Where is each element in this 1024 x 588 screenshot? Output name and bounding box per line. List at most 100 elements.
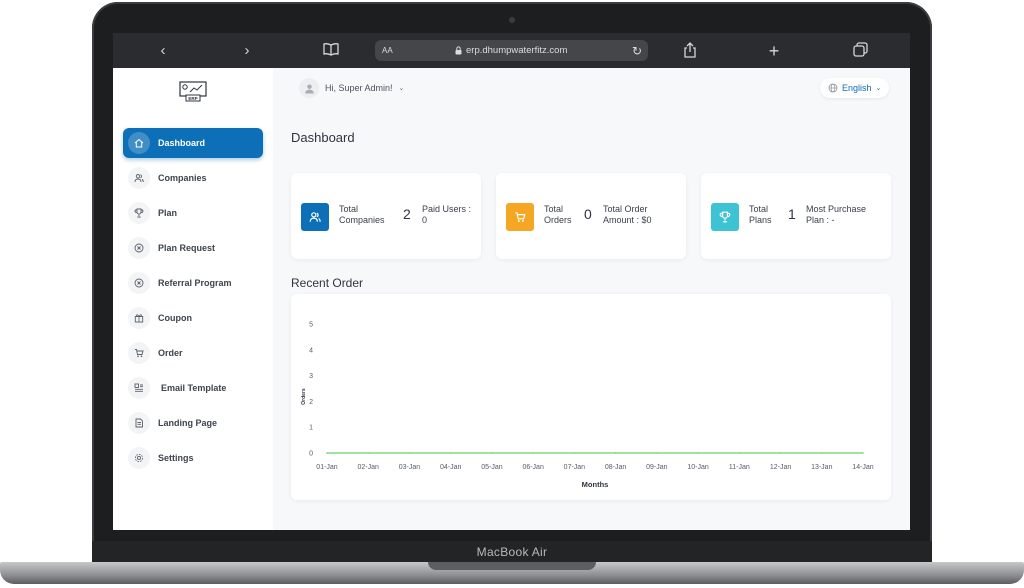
sidebar-item-label: Email Template: [161, 383, 227, 393]
browser-toolbar: ‹ › AA erp.dhumpwaterfitz.com ↻ +: [113, 33, 910, 68]
user-menu[interactable]: Hi, Super Admin! ⌄: [299, 78, 404, 98]
x-tick-label: 11-Jan: [729, 464, 750, 471]
chart-svg: 0 1 2 3 4 5 01-Jan 02-Jan 03-Jan 04-Jan 05-Jan 06-J…: [301, 322, 874, 490]
reload-icon[interactable]: ↻: [632, 44, 642, 58]
y-tick-label: 1: [309, 425, 313, 432]
sidebar-item-label: Companies: [158, 173, 207, 183]
bookmarks-icon[interactable]: [322, 42, 340, 60]
stat-sub: Paid Users : 0: [422, 204, 472, 225]
x-tick-label: 04-Jan: [440, 464, 462, 471]
stat-card-orders: Total Orders 0 Total Order Amount : $0: [496, 173, 686, 259]
sidebar-item-label: Plan Request: [158, 243, 216, 253]
users-icon: [301, 203, 329, 231]
stat-value: 1: [788, 206, 796, 222]
new-tab-icon[interactable]: +: [765, 42, 783, 60]
language-selector[interactable]: English ⌄: [820, 78, 890, 98]
sidebar-item-referral-program[interactable]: Referral Program: [123, 268, 263, 298]
data-point: [656, 452, 658, 454]
y-tick-label: 2: [309, 399, 313, 406]
x-tick-label: 12-Jan: [770, 464, 792, 471]
data-point: [779, 452, 782, 454]
app: ERP Dashboard Companies Plan Plan Reques…: [113, 68, 910, 530]
svg-text:ERP: ERP: [188, 96, 197, 101]
back-icon[interactable]: ‹: [154, 42, 172, 60]
sidebar: ERP Dashboard Companies Plan Plan Reques…: [113, 68, 273, 530]
y-tick-label: 3: [309, 373, 313, 380]
x-axis-title: Months: [582, 480, 609, 489]
sidebar-item-landing-page[interactable]: Landing Page: [123, 408, 263, 438]
page-icon: [128, 412, 150, 434]
sidebar-item-label: Landing Page: [158, 418, 218, 428]
sidebar-item-label: Dashboard: [158, 138, 206, 148]
x-tick-label: 02-Jan: [358, 464, 380, 471]
sidebar-item-label: Plan: [158, 208, 178, 218]
sidebar-item-settings[interactable]: Settings: [123, 443, 263, 473]
data-point: [491, 452, 493, 454]
stat-label: Total Orders: [544, 204, 572, 225]
sidebar-item-label: Coupon: [158, 313, 192, 323]
data-point: [820, 452, 823, 454]
sidebar-item-companies[interactable]: Companies: [123, 163, 263, 193]
x-tick-label: 08-Jan: [605, 464, 627, 471]
sidebar-item-label: Settings: [158, 453, 194, 463]
trophy-icon: [128, 202, 150, 224]
camera-icon: [509, 17, 515, 23]
home-icon: [128, 132, 150, 154]
sidebar-item-order[interactable]: Order: [123, 338, 263, 368]
data-point: [532, 452, 534, 454]
stat-card-companies: Total Companies 2 Paid Users : 0: [291, 173, 481, 259]
cart-icon: [128, 342, 150, 364]
user-greeting: Hi, Super Admin!: [325, 83, 393, 93]
stat-card-plans: Total Plans 1 Most Purchase Plan : -: [701, 173, 891, 259]
y-axis-title: Orders: [301, 388, 307, 405]
sidebar-item-label: Order: [158, 348, 183, 358]
sidebar-item-plan[interactable]: Plan: [123, 198, 263, 228]
device-label: MacBook Air: [476, 545, 548, 559]
globe-icon: [828, 83, 838, 93]
main-content: Hi, Super Admin! ⌄ English ⌄ Dashboard T…: [273, 68, 910, 530]
screen: ‹ › AA erp.dhumpwaterfitz.com ↻ + ERP Da…: [113, 33, 910, 530]
y-tick-label: 4: [309, 347, 313, 354]
section-title-recent-order: Recent Order: [291, 276, 364, 290]
laptop-notch: [428, 562, 596, 570]
data-point: [326, 452, 328, 454]
sidebar-item-email-template[interactable]: Email Template: [123, 373, 263, 403]
url-bar[interactable]: AA erp.dhumpwaterfitz.com ↻: [375, 40, 648, 61]
gear-icon: [128, 447, 150, 469]
sidebar-item-label: Referral Program: [158, 278, 232, 288]
url-text: erp.dhumpwaterfitz.com: [466, 45, 568, 56]
sidebar-item-coupon[interactable]: Coupon: [123, 303, 263, 333]
tabs-overview-icon[interactable]: [851, 42, 869, 60]
trophy-icon: [711, 203, 739, 231]
stat-sub: Total Order Amount : $0: [603, 204, 652, 225]
users-icon: [128, 167, 150, 189]
stat-label: Total Plans: [749, 204, 772, 225]
forward-icon[interactable]: ›: [238, 42, 256, 60]
page-title: Dashboard: [291, 130, 355, 145]
data-point: [449, 452, 452, 454]
circle-x-icon: [128, 237, 150, 259]
template-icon: [128, 377, 150, 399]
data-point: [408, 452, 411, 454]
lock-icon: [455, 46, 462, 55]
data-point: [862, 452, 864, 454]
data-point: [697, 452, 699, 454]
x-tick-label: 13-Jan: [811, 464, 833, 471]
gift-icon: [128, 307, 150, 329]
x-tick-label: 05-Jan: [481, 464, 503, 471]
x-tick-label: 09-Jan: [646, 464, 668, 471]
sidebar-item-dashboard[interactable]: Dashboard: [123, 128, 263, 158]
laptop-bezel: MacBook Air: [92, 541, 932, 563]
stat-sub: Most Purchase Plan : -: [806, 204, 867, 225]
share-icon[interactable]: [681, 42, 699, 60]
reader-mode-button[interactable]: AA: [382, 46, 393, 55]
data-point: [573, 452, 576, 454]
x-tick-label: 14-Jan: [852, 464, 874, 471]
stat-value: 2: [403, 206, 411, 222]
cart-icon: [506, 203, 534, 231]
erp-logo: ERP: [178, 80, 208, 102]
sidebar-item-plan-request[interactable]: Plan Request: [123, 233, 263, 263]
language-label: English: [842, 83, 872, 93]
stat-label: Total Companies: [339, 204, 385, 225]
recent-order-chart: 0 1 2 3 4 5 01-Jan 02-Jan 03-Jan 04-Jan 05-Jan 06-J…: [291, 294, 891, 500]
